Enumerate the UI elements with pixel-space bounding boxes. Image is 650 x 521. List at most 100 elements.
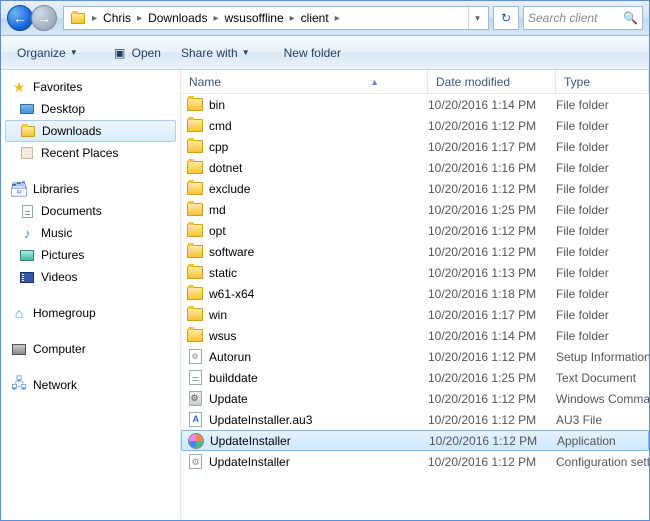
favorites-label: Favorites bbox=[33, 80, 82, 94]
recent-places-icon bbox=[19, 145, 35, 161]
column-header-name[interactable]: Name ▲ bbox=[181, 70, 428, 93]
file-type: Configuration settings bbox=[556, 455, 649, 469]
folder-icon bbox=[187, 202, 203, 218]
sort-ascending-icon: ▲ bbox=[370, 77, 419, 87]
folder-icon bbox=[187, 139, 203, 155]
file-date: 10/20/2016 1:16 PM bbox=[428, 161, 556, 175]
file-name: w61-x64 bbox=[209, 287, 254, 301]
file-row[interactable]: md10/20/2016 1:25 PMFile folder bbox=[181, 199, 649, 220]
file-date: 10/20/2016 1:14 PM bbox=[428, 98, 556, 112]
chevron-right-icon[interactable]: ▸ bbox=[288, 13, 297, 24]
chevron-right-icon[interactable]: ▸ bbox=[90, 13, 99, 24]
back-button[interactable]: ← bbox=[7, 5, 33, 31]
breadcrumb-dropdown[interactable]: ▾ bbox=[468, 7, 486, 29]
file-row[interactable]: software10/20/2016 1:12 PMFile folder bbox=[181, 241, 649, 262]
file-date: 10/20/2016 1:12 PM bbox=[428, 392, 556, 406]
nav-history-buttons: ← → bbox=[7, 5, 57, 31]
open-button[interactable]: ▣Open bbox=[104, 41, 169, 65]
column-header-date[interactable]: Date modified bbox=[428, 70, 556, 93]
sidebar-homegroup[interactable]: ⌂Homegroup bbox=[1, 302, 180, 324]
cmd-icon bbox=[187, 391, 203, 407]
file-row[interactable]: UpdateInstaller10/20/2016 1:12 PMApplica… bbox=[181, 430, 649, 451]
file-list-body[interactable]: bin10/20/2016 1:14 PMFile foldercmd10/20… bbox=[181, 94, 649, 520]
downloads-icon bbox=[20, 123, 36, 139]
file-date: 10/20/2016 1:12 PM bbox=[428, 455, 556, 469]
file-type: File folder bbox=[556, 224, 649, 238]
breadcrumb[interactable]: ▸ Chris ▸ Downloads ▸ wsusoffline ▸ clie… bbox=[63, 6, 489, 30]
file-name: builddate bbox=[209, 371, 258, 385]
file-row[interactable]: bin 10/20/2016 1:14 PMFile folder bbox=[181, 94, 649, 115]
folder-icon bbox=[187, 265, 203, 281]
file-name: exclude bbox=[209, 182, 250, 196]
sidebar-item-downloads[interactable]: Downloads bbox=[5, 120, 176, 142]
txt-icon bbox=[187, 370, 203, 386]
sidebar-computer[interactable]: Computer bbox=[1, 338, 180, 360]
breadcrumb-item[interactable]: wsusoffline bbox=[220, 11, 287, 25]
search-input[interactable]: Search client 🔍 bbox=[523, 6, 643, 30]
column-label: Name bbox=[189, 75, 221, 89]
chevron-right-icon[interactable]: ▸ bbox=[333, 13, 342, 24]
file-row[interactable]: builddate10/20/2016 1:25 PMText Document bbox=[181, 367, 649, 388]
refresh-button[interactable]: ↻ bbox=[493, 6, 519, 30]
organize-menu[interactable]: Organize▼ bbox=[9, 42, 86, 64]
sidebar-item-recent[interactable]: Recent Places bbox=[1, 142, 180, 164]
column-header-type[interactable]: Type bbox=[556, 70, 649, 93]
file-row[interactable]: exclude10/20/2016 1:12 PMFile folder bbox=[181, 178, 649, 199]
sidebar-favorites[interactable]: ★Favorites bbox=[1, 76, 180, 98]
chevron-down-icon: ▼ bbox=[70, 48, 78, 57]
au3-icon bbox=[187, 412, 203, 428]
file-row[interactable]: w61-x6410/20/2016 1:18 PMFile folder bbox=[181, 283, 649, 304]
file-type: File folder bbox=[556, 98, 649, 112]
chevron-right-icon[interactable]: ▸ bbox=[135, 13, 144, 24]
file-type: File folder bbox=[556, 308, 649, 322]
videos-icon bbox=[19, 269, 35, 285]
chevron-right-icon[interactable]: ▸ bbox=[211, 13, 220, 24]
breadcrumb-item[interactable]: Downloads bbox=[144, 11, 211, 25]
file-type: Windows Command Script bbox=[556, 392, 649, 406]
forward-button[interactable]: → bbox=[31, 5, 57, 31]
file-type: Text Document bbox=[556, 371, 649, 385]
sidebar-item-music[interactable]: ♪Music bbox=[1, 222, 180, 244]
sidebar-item-videos[interactable]: Videos bbox=[1, 266, 180, 288]
file-name: UpdateInstaller bbox=[209, 455, 290, 469]
file-row[interactable]: UpdateInstaller.au310/20/2016 1:12 PMAU3… bbox=[181, 409, 649, 430]
file-row[interactable]: cpp10/20/2016 1:17 PMFile folder bbox=[181, 136, 649, 157]
sidebar-item-label: Videos bbox=[41, 270, 77, 284]
file-row[interactable]: static10/20/2016 1:13 PMFile folder bbox=[181, 262, 649, 283]
network-label: Network bbox=[33, 378, 77, 392]
breadcrumb-item[interactable]: Chris bbox=[99, 11, 135, 25]
cfg-icon bbox=[187, 454, 203, 470]
sidebar-item-documents[interactable]: Documents bbox=[1, 200, 180, 222]
file-type: Setup Information bbox=[556, 350, 649, 364]
file-row[interactable]: Update10/20/2016 1:12 PMWindows Command … bbox=[181, 388, 649, 409]
file-list: Name ▲ Date modified Type bin 10/20/2016 1… bbox=[181, 70, 649, 520]
file-row[interactable]: opt10/20/2016 1:12 PMFile folder bbox=[181, 220, 649, 241]
file-date: 10/20/2016 1:12 PM bbox=[428, 182, 556, 196]
folder-icon bbox=[187, 181, 203, 197]
file-name: cpp bbox=[209, 140, 228, 154]
file-date: 10/20/2016 1:14 PM bbox=[428, 329, 556, 343]
file-row[interactable]: wsus10/20/2016 1:14 PMFile folder bbox=[181, 325, 649, 346]
file-name: opt bbox=[209, 224, 226, 238]
file-row[interactable]: cmd10/20/2016 1:12 PMFile folder bbox=[181, 115, 649, 136]
file-type: File folder bbox=[556, 161, 649, 175]
new-folder-button[interactable]: New folder bbox=[276, 42, 349, 64]
file-date: 10/20/2016 1:18 PM bbox=[428, 287, 556, 301]
file-row[interactable]: Autorun10/20/2016 1:12 PMSetup Informati… bbox=[181, 346, 649, 367]
homegroup-label: Homegroup bbox=[33, 306, 96, 320]
file-row[interactable]: dotnet10/20/2016 1:16 PMFile folder bbox=[181, 157, 649, 178]
file-type: File folder bbox=[556, 203, 649, 217]
file-date: 10/20/2016 1:12 PM bbox=[428, 350, 556, 364]
share-menu[interactable]: Share with▼ bbox=[173, 42, 258, 64]
file-row[interactable]: win10/20/2016 1:17 PMFile folder bbox=[181, 304, 649, 325]
file-name: bin bbox=[209, 98, 225, 112]
sidebar-network[interactable]: 🖧Network bbox=[1, 374, 180, 396]
search-placeholder: Search client bbox=[528, 11, 597, 25]
sidebar-item-desktop[interactable]: Desktop bbox=[1, 98, 180, 120]
sidebar-libraries[interactable]: 🗃Libraries bbox=[1, 178, 180, 200]
sidebar-item-pictures[interactable]: Pictures bbox=[1, 244, 180, 266]
breadcrumb-item[interactable]: client bbox=[297, 11, 333, 25]
file-name: UpdateInstaller bbox=[210, 434, 291, 448]
toolbar: Organize▼ ▣Open Share with▼ New folder bbox=[1, 36, 649, 70]
file-row[interactable]: UpdateInstaller 10/20/2016 1:12 PMConfigu… bbox=[181, 451, 649, 472]
